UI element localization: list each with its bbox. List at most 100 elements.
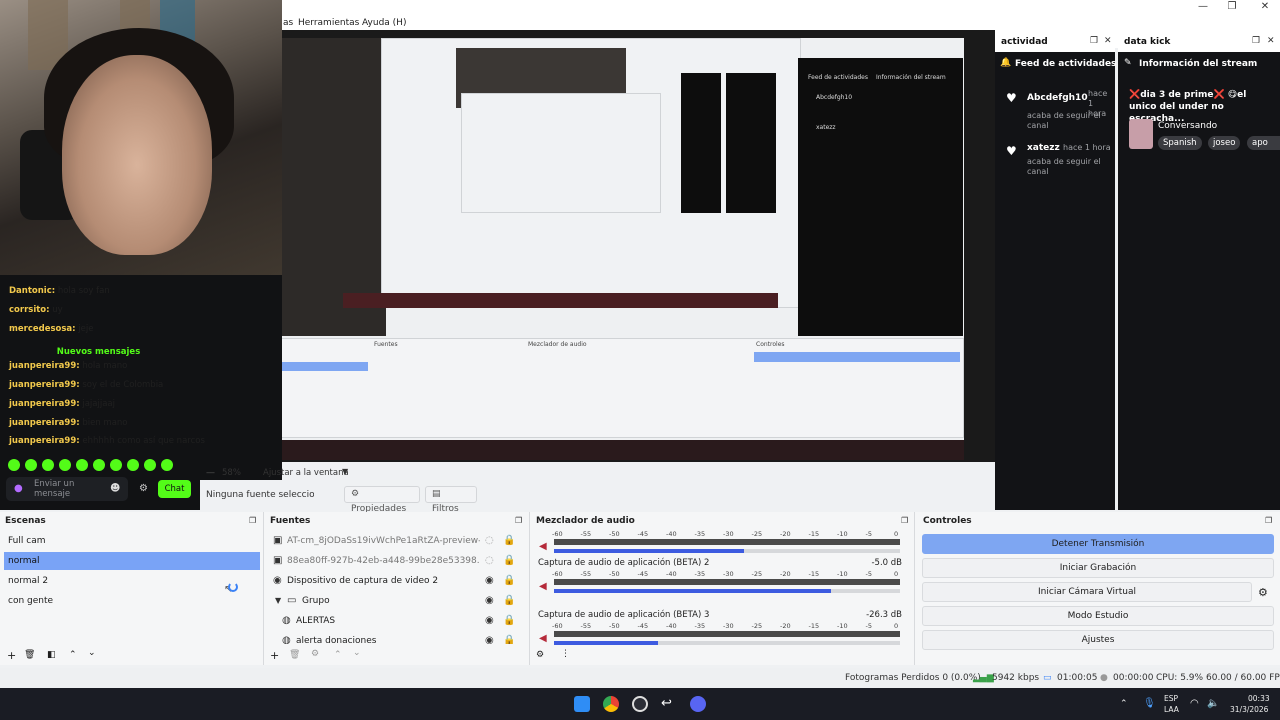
chrome-icon[interactable] — [603, 696, 619, 712]
obs-icon[interactable] — [632, 696, 648, 712]
properties-button[interactable]: ⚙ Propiedades — [344, 486, 420, 514]
start-recording-button[interactable]: Iniciar Grabación — [922, 558, 1274, 578]
scene-item[interactable]: Full cam — [4, 532, 260, 550]
studio-mode-button[interactable]: Modo Estudio — [922, 606, 1274, 626]
activity-dock-tab[interactable]: actividad — [1001, 37, 1048, 47]
add-icon[interactable]: + — [270, 649, 279, 662]
volume-meter — [554, 631, 900, 637]
settings-icon[interactable]: ⚙ — [139, 483, 148, 494]
microphone-icon[interactable]: 🎙 — [1143, 698, 1156, 709]
float-icon[interactable]: ❐ — [901, 516, 908, 525]
arrow-up-icon[interactable]: ⌃ — [334, 650, 342, 660]
source-item[interactable]: ◍ ALERTAS ◉ 🔒 — [270, 612, 526, 630]
add-icon[interactable]: + — [7, 649, 16, 662]
clock-date[interactable]: 31/3/2026 — [1230, 705, 1268, 714]
source-item[interactable]: ▣ 88ea80ff-927b-42eb-a448-99be28e53398.w… — [270, 552, 526, 570]
emote-icon[interactable] — [144, 459, 156, 471]
language-2[interactable]: LAA — [1164, 705, 1179, 714]
emote-icon[interactable] — [8, 459, 20, 471]
discord-icon[interactable] — [690, 696, 706, 712]
emote-icon[interactable] — [42, 459, 54, 471]
lock-icon[interactable]: 🔒 — [503, 596, 515, 606]
scene-item[interactable]: con gente — [4, 592, 260, 610]
preview-canvas[interactable]: Feed de actividades Información del stre… — [216, 38, 964, 460]
lock-icon[interactable]: 🔒 — [503, 556, 515, 566]
mute-icon[interactable]: ◀ — [539, 541, 547, 552]
emoji-icon[interactable]: ☻ — [110, 483, 120, 494]
source-item[interactable]: ◉ Dispositivo de captura de video 2 ◉ 🔒 — [270, 572, 526, 590]
chat-input[interactable]: ● Enviar un mensaje ☻ — [6, 477, 128, 501]
menu-herramientas[interactable]: Herramientas — [298, 18, 359, 28]
kick-icon[interactable]: ↩ — [661, 696, 677, 712]
lock-icon[interactable]: 🔒 — [503, 636, 515, 645]
scene-item[interactable]: normal — [4, 552, 260, 570]
arrow-down-icon[interactable]: ⌄ — [353, 648, 361, 658]
tray-chevron-icon[interactable]: ⌃ — [1120, 699, 1128, 709]
close-icon[interactable]: ✕ — [1250, 0, 1280, 14]
close-icon[interactable]: ✕ — [1104, 36, 1112, 46]
emote-icon[interactable] — [59, 459, 71, 471]
source-group[interactable]: ▼ ▭ Grupo ◉ 🔒 — [270, 592, 526, 610]
gear-icon[interactable]: ⚙ — [311, 649, 319, 659]
follow-desc: acaba de seguir el canal — [1027, 111, 1101, 130]
menu-item-partial[interactable]: as — [283, 18, 293, 28]
maximize-icon[interactable]: ❐ — [1217, 0, 1247, 14]
arrow-down-icon[interactable]: ⌄ — [88, 648, 96, 658]
image-icon: ▣ — [273, 555, 283, 566]
globe-icon: ◍ — [282, 615, 291, 626]
wifi-icon[interactable]: ◠ — [1190, 698, 1199, 709]
zoom-out-icon[interactable]: — — [206, 468, 215, 478]
start-virtual-camera-button[interactable]: Iniciar Cámara Virtual — [922, 582, 1252, 602]
emote-icon[interactable] — [76, 459, 88, 471]
gear-icon: ⚙ — [351, 489, 360, 499]
close-icon[interactable]: ✕ — [1267, 36, 1275, 46]
lock-icon[interactable]: 🔒 — [503, 576, 515, 586]
source-item[interactable]: ◍ alerta donaciones ◉ 🔒 — [270, 632, 526, 645]
trash-icon[interactable]: 🗑 — [289, 650, 300, 660]
fit-window[interactable]: Ajustar a la ventana — [263, 468, 349, 478]
mute-icon[interactable]: ◀ — [539, 581, 547, 592]
chevron-down-icon[interactable]: ▼ — [275, 596, 281, 606]
menu-ayuda[interactable]: Ayuda (H) — [362, 18, 406, 28]
emote-icon[interactable] — [25, 459, 37, 471]
emote-icon[interactable] — [161, 459, 173, 471]
mute-icon[interactable]: ◀ — [539, 633, 547, 644]
advanced-audio-icon[interactable]: ⚙ — [536, 650, 544, 660]
trash-icon[interactable]: 🗑 — [24, 650, 35, 660]
eye-icon[interactable]: ◉ — [485, 636, 494, 645]
scene-item[interactable]: normal 2 — [4, 572, 260, 590]
clock-time[interactable]: 00:33 — [1248, 694, 1270, 703]
eye-icon[interactable]: ◉ — [485, 596, 494, 606]
lock-icon[interactable]: 🔒 — [503, 616, 515, 626]
arrow-up-icon[interactable]: ⌃ — [69, 650, 77, 660]
volume-icon[interactable]: 🔈 — [1207, 698, 1219, 709]
settings-button[interactable]: Ajustes — [922, 630, 1274, 650]
float-icon[interactable]: ❐ — [515, 516, 522, 525]
gear-icon[interactable]: ⚙ — [1258, 586, 1268, 599]
eye-hidden-icon[interactable]: ◌ — [485, 536, 494, 546]
source-item[interactable]: ▣ AT-cm_8jODaSs19ivWchPe1aRtZA-preview-4… — [270, 532, 526, 550]
menu-dots-icon[interactable]: ⋮ — [561, 649, 570, 659]
chevron-down-icon[interactable]: ▼ — [342, 467, 348, 476]
eye-hidden-icon[interactable]: ◌ — [485, 556, 494, 566]
filters-button[interactable]: ▤ Filtros — [425, 486, 477, 514]
language-1[interactable]: ESP — [1164, 694, 1178, 703]
chat-send-button[interactable]: Chat — [158, 480, 191, 498]
filter-icon[interactable]: ◧ — [47, 650, 56, 660]
kick-dock-tab[interactable]: data kick — [1124, 37, 1170, 47]
stop-stream-button[interactable]: Detener Transmisión — [922, 534, 1274, 554]
eye-icon[interactable]: ◉ — [485, 576, 494, 586]
minimize-icon[interactable]: — — [1188, 0, 1218, 14]
zoom-level[interactable]: 58% — [222, 468, 241, 478]
windows-start-icon[interactable] — [574, 696, 590, 712]
emote-icon[interactable] — [110, 459, 122, 471]
float-icon[interactable]: ❐ — [1252, 36, 1260, 46]
lock-icon[interactable]: 🔒 — [503, 536, 515, 546]
float-icon[interactable]: ❐ — [249, 516, 256, 525]
float-icon[interactable]: ❐ — [1265, 516, 1272, 525]
float-icon[interactable]: ❐ — [1090, 36, 1098, 46]
eye-icon[interactable]: ◉ — [485, 616, 494, 626]
emote-icon[interactable] — [127, 459, 139, 471]
emote-icon[interactable] — [93, 459, 105, 471]
microphone-icon[interactable]: ● — [14, 483, 23, 494]
